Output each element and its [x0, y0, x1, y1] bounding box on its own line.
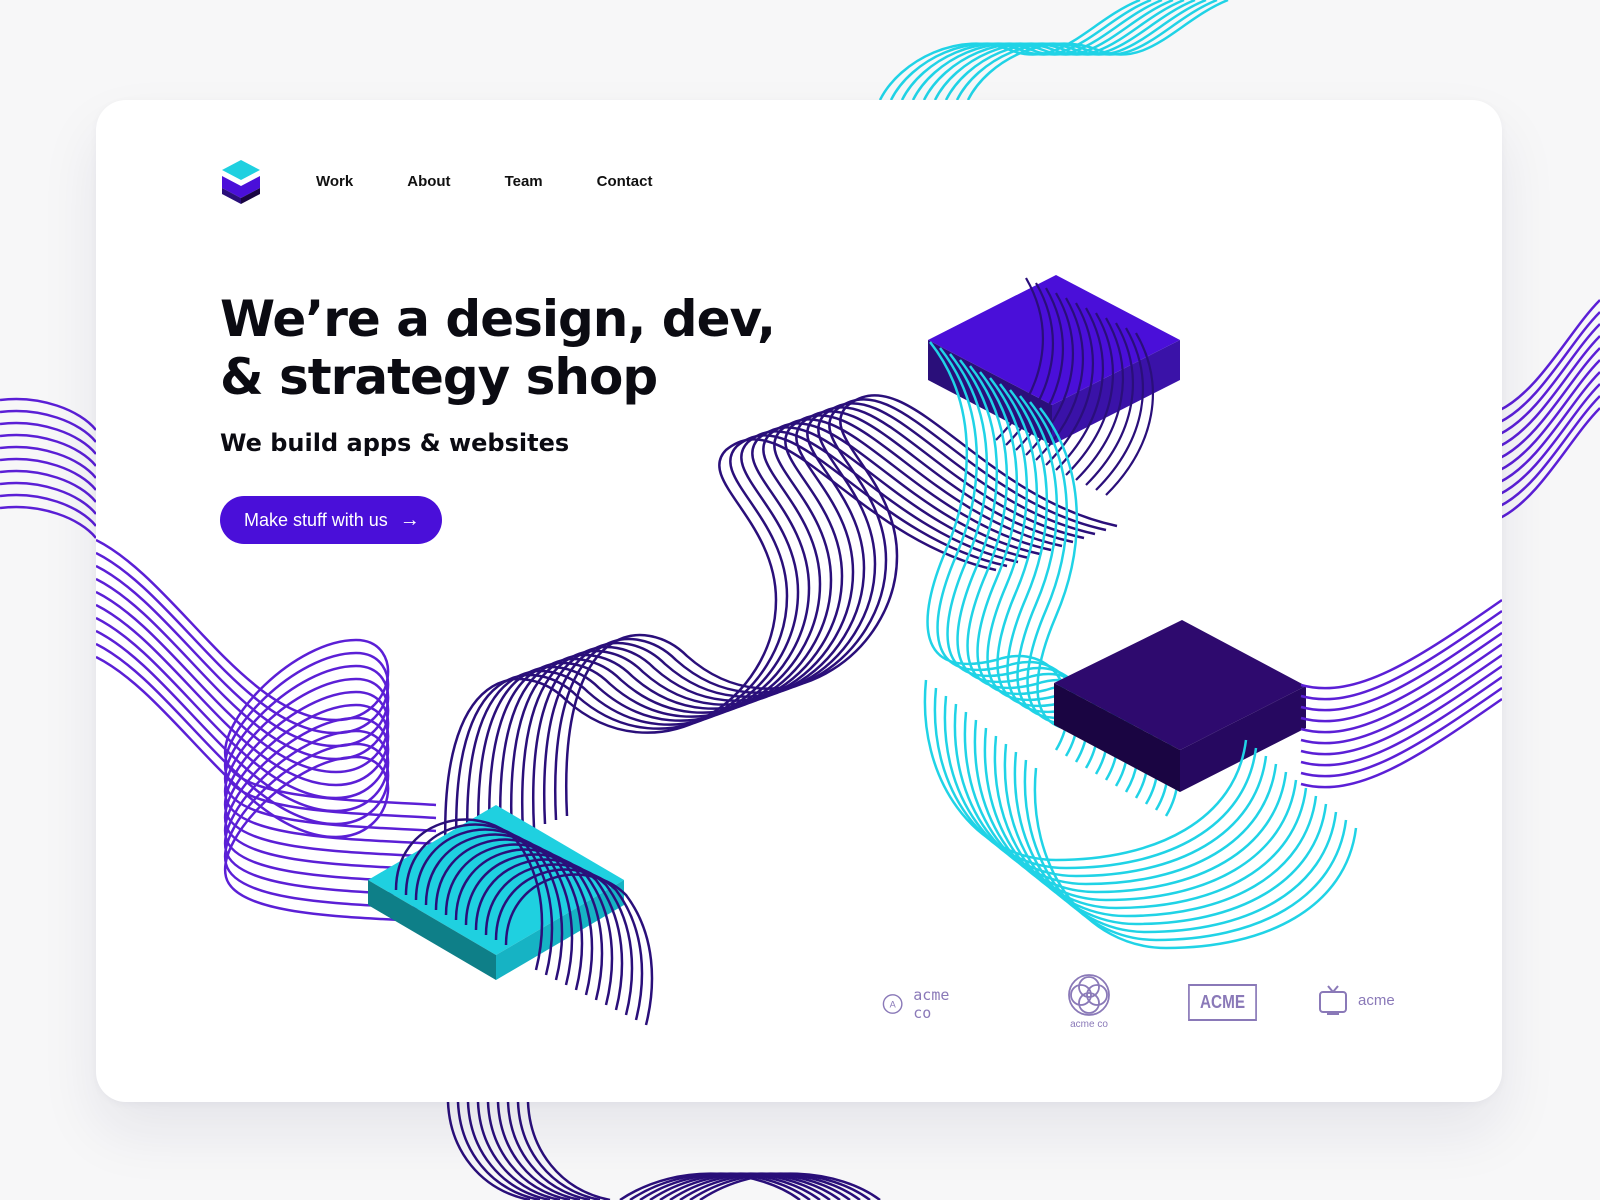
- client-logo-3: ACME: [1182, 984, 1263, 1021]
- nav-about[interactable]: About: [407, 173, 450, 190]
- hero-section: We’re a design, dev, & strategy shop We …: [220, 290, 860, 544]
- wave-line: [516, 1101, 871, 1200]
- tv-icon: [1319, 985, 1347, 1015]
- wave-line: [526, 1101, 881, 1200]
- hero-title-line-2: & strategy shop: [220, 348, 658, 406]
- wave-line: [506, 1101, 861, 1200]
- wave-line: [496, 1101, 851, 1200]
- landing-card: Work About Team Contact We’re a design, …: [96, 100, 1502, 1102]
- nav-team[interactable]: Team: [505, 173, 543, 190]
- flower-rings-icon: [1068, 974, 1110, 1016]
- client-logo-1: A acme co: [882, 986, 958, 1022]
- cta-label: Make stuff with us: [244, 509, 388, 530]
- client-logo-2: acme co: [1066, 973, 1112, 1030]
- client-label-2: acme co: [1070, 1019, 1108, 1030]
- arrow-right-icon: →: [399, 509, 420, 531]
- hero-title-line-1: We’re a design, dev,: [220, 290, 776, 348]
- dark-block: [1054, 620, 1306, 792]
- client-label-1: acme co: [913, 986, 950, 1022]
- hero-illustration: [96, 275, 1502, 1026]
- hero-title: We’re a design, dev, & strategy shop: [220, 290, 860, 406]
- svg-text:A: A: [890, 1000, 897, 1010]
- nav-work[interactable]: Work: [316, 173, 353, 190]
- hero-subtitle: We build apps & websites: [220, 429, 570, 457]
- client-label-3: ACME: [1188, 984, 1257, 1021]
- client-label-4: acme: [1358, 991, 1395, 1009]
- circle-a-icon: A: [882, 994, 903, 1014]
- main-nav: Work About Team Contact: [220, 158, 706, 204]
- make-stuff-button[interactable]: Make stuff with us →: [220, 496, 442, 544]
- nav-contact[interactable]: Contact: [597, 173, 653, 190]
- client-logo-4: acme: [1318, 984, 1395, 1016]
- stacked-layers-logo-icon[interactable]: [220, 158, 262, 204]
